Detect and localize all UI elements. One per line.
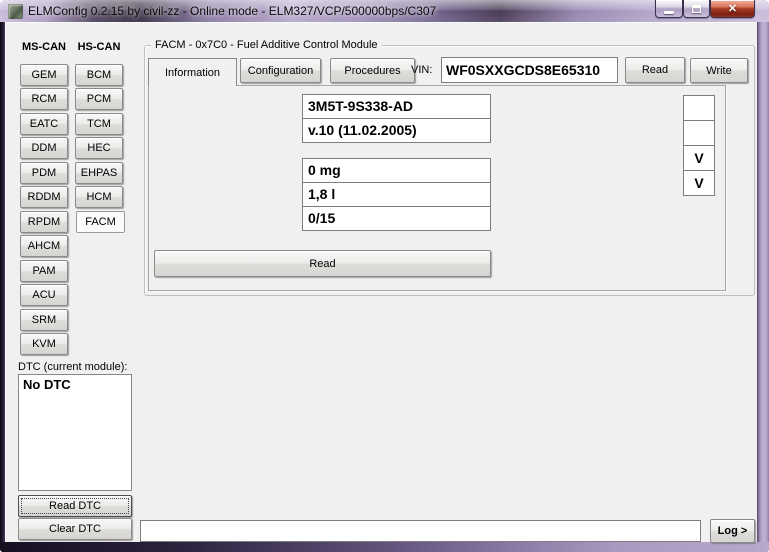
read-module-button[interactable]: Read <box>154 250 491 277</box>
level-minimum-box <box>683 95 715 121</box>
ms-can-label: MS-CAN <box>20 41 68 53</box>
hs-can-label: HS-CAN <box>75 41 123 53</box>
minimize-button[interactable] <box>655 0 683 18</box>
module-button-kvm[interactable]: KVM <box>20 333 68 355</box>
module-button-ehpas[interactable]: EHPAS <box>75 162 123 184</box>
close-icon <box>728 1 737 17</box>
module-button-pam[interactable]: PAM <box>20 260 68 282</box>
module-button-eatc[interactable]: EATC <box>20 113 68 135</box>
app-icon <box>8 4 23 19</box>
module-button-hcm[interactable]: HCM <box>75 186 123 208</box>
current-level-value: 0/15 <box>302 206 491 231</box>
tab-information[interactable]: Information <box>148 58 237 86</box>
maximize-icon <box>692 5 701 13</box>
module-button-rcm[interactable]: RCM <box>20 88 68 110</box>
module-button-hec[interactable]: HEC <box>75 137 123 159</box>
window-border-bottom <box>0 542 769 552</box>
read-button[interactable]: Read <box>625 57 685 83</box>
module-button-srm[interactable]: SRM <box>20 309 68 331</box>
dtc-listbox[interactable]: No DTC <box>18 374 132 491</box>
mass-additive-value: 0 mg <box>302 158 491 183</box>
part-number-value: 3M5T-9S338-AD <box>302 94 491 119</box>
log-input[interactable] <box>140 520 701 542</box>
tab-configuration[interactable]: Configuration <box>240 58 321 83</box>
level-empty-box <box>683 120 715 146</box>
module-button-bcm[interactable]: BCM <box>75 64 123 86</box>
full-tank-value: 1,8 l <box>302 182 491 207</box>
module-button-facm-active[interactable]: FACM <box>76 211 125 233</box>
module-button-ahcm[interactable]: AHCM <box>20 235 68 257</box>
software-version-value: v.10 (11.02.2005) <box>302 118 491 143</box>
module-button-pcm[interactable]: PCM <box>75 88 123 110</box>
maximize-button[interactable] <box>683 0 710 18</box>
module-button-rddm[interactable]: RDDM <box>20 186 68 208</box>
dtc-list-item: No DTC <box>19 375 131 394</box>
module-button-rpdm[interactable]: RPDM <box>20 211 68 233</box>
facm-group-title: FACM - 0x7C0 - Fuel Additive Control Mod… <box>151 39 382 51</box>
module-button-gem[interactable]: GEM <box>20 64 68 86</box>
write-button[interactable]: Write <box>690 58 748 83</box>
log-button[interactable]: Log > <box>710 519 755 543</box>
clear-dtc-button[interactable]: Clear DTC <box>18 518 132 540</box>
fuel-cap-closed-box: V <box>683 170 715 196</box>
tab-procedures[interactable]: Procedures <box>330 58 415 83</box>
minimize-icon <box>664 11 674 14</box>
module-button-ddm[interactable]: DDM <box>20 137 68 159</box>
module-button-pdm[interactable]: PDM <box>20 162 68 184</box>
vin-label: VIN: <box>411 64 432 76</box>
level-full-box: V <box>683 145 715 171</box>
app-window: ELMConfig 0.2.15 by civil-zz - Online mo… <box>0 0 769 552</box>
window-border-right <box>757 22 769 542</box>
module-button-tcm[interactable]: TCM <box>75 113 123 135</box>
dtc-label: DTC (current module): <box>18 361 127 373</box>
read-dtc-button[interactable]: Read DTC <box>18 495 132 517</box>
vin-input[interactable] <box>441 57 618 83</box>
titlebar[interactable]: ELMConfig 0.2.15 by civil-zz - Online mo… <box>0 0 769 22</box>
module-button-acu[interactable]: ACU <box>20 284 68 306</box>
close-button[interactable] <box>710 0 755 18</box>
window-title: ELMConfig 0.2.15 by civil-zz - Online mo… <box>28 4 436 18</box>
